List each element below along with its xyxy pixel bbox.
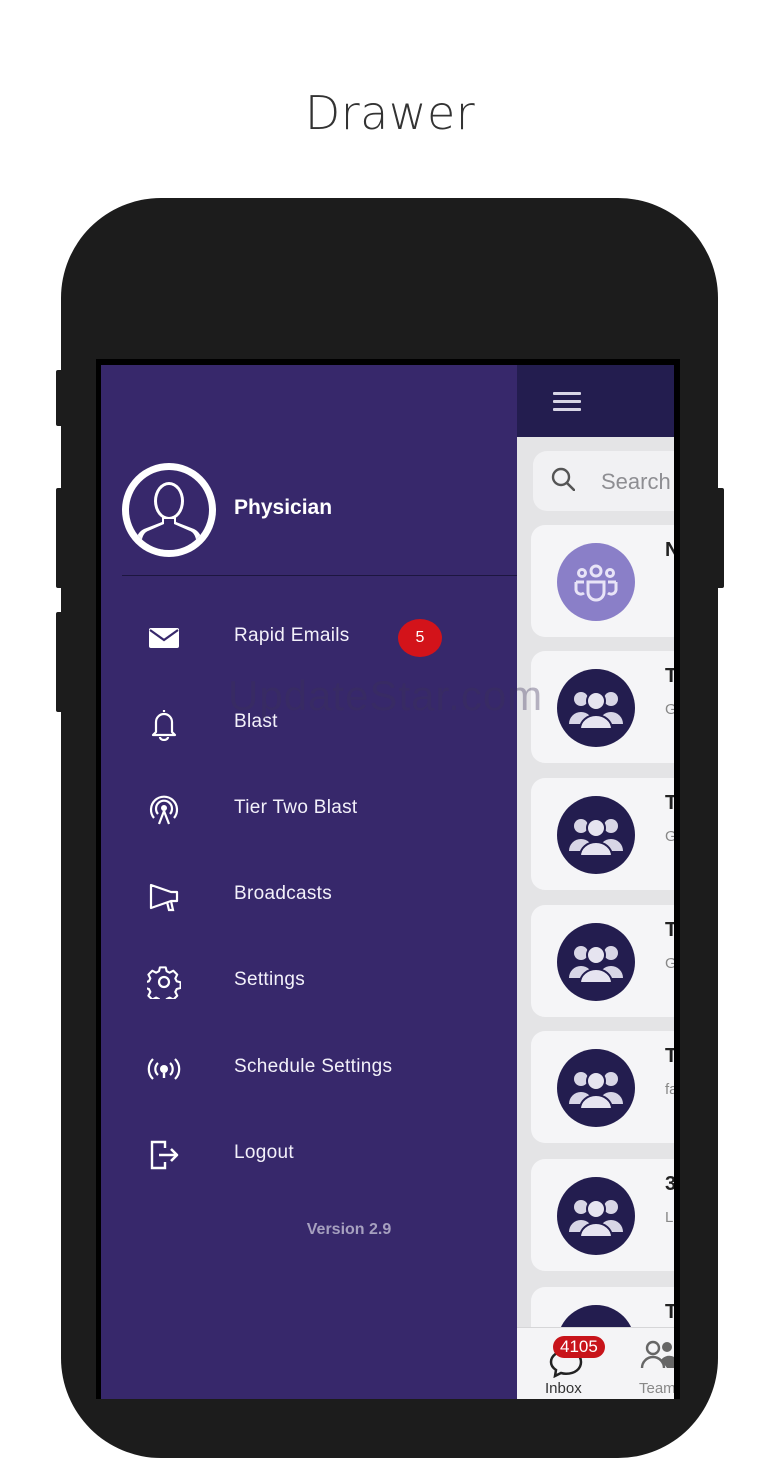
group-icon [569,818,623,857]
search-icon [551,467,575,491]
envelope-icon [149,628,179,648]
inbox-list: Search N T G T G T G T fa 3 L T [517,437,674,1399]
card-title: T [665,665,674,687]
menu-item-label: Settings [234,969,306,990]
tab-label: Team [639,1380,674,1397]
menu-item-broadcasts[interactable]: Broadcasts [101,866,517,926]
profile-divider [122,575,517,576]
card-subtitle: G [665,828,674,845]
group-avatar [557,1177,635,1255]
bottom-tab-bar: 4105 Inbox Team [517,1327,674,1399]
conversation-card[interactable]: T G [531,905,674,1017]
menu-item-label: Broadcasts [234,883,333,904]
megaphone-icon [149,883,179,912]
conversation-card[interactable]: T fa [531,1031,674,1143]
search-field[interactable]: Search [533,451,674,511]
group-icon [569,691,623,730]
unread-badge: 5 [398,619,442,657]
search-placeholder: Search [601,469,671,494]
profile-name: Physician [234,496,333,519]
menu-item-rapid-emails[interactable]: Rapid Emails 5 [101,608,517,668]
team-icon [574,564,618,602]
bell-icon [151,710,177,741]
card-title: T [665,1301,674,1323]
menu-item-blast[interactable]: Blast [101,694,517,754]
group-avatar [557,796,635,874]
menu-item-label: Blast [234,711,278,732]
menu-item-tier-two-blast[interactable]: Tier Two Blast [101,780,517,840]
menu-item-logout[interactable]: Logout [101,1125,517,1185]
avatar[interactable] [122,463,216,557]
menu-item-schedule-settings[interactable]: Schedule Settings [101,1039,517,1099]
card-subtitle: G [665,955,674,972]
conversation-card[interactable]: N [531,525,674,637]
card-subtitle: G [665,701,674,718]
group-avatar [557,1049,635,1127]
menu-item-label: Tier Two Blast [234,797,358,818]
gear-icon [147,966,181,999]
tab-label: Inbox [545,1380,582,1397]
phone-screen: Search N T G T G T G T fa 3 L T 4105 Inb… [96,359,680,1399]
group-avatar [557,923,635,1001]
page-heading: Drawer [304,86,476,140]
card-title: 3 [665,1173,674,1195]
conversation-card[interactable]: 3 L [531,1159,674,1271]
people-icon [640,1340,674,1369]
navigation-drawer: Physician Rapid Emails 5 Blast Tier Two … [101,365,517,1399]
inbox-count-badge: 4105 [553,1336,605,1358]
radio-waves-icon [147,1058,181,1080]
broadcast-tower-icon [149,795,179,825]
app-header [517,365,674,437]
menu-item-settings[interactable]: Settings [101,952,517,1012]
app-version: Version 2.9 [306,1221,392,1238]
card-subtitle: L [665,1209,674,1226]
team-avatar [557,543,635,621]
menu-item-label: Logout [234,1142,294,1163]
hamburger-menu-icon[interactable] [553,392,581,416]
conversation-card[interactable]: T G [531,778,674,890]
card-title: T [665,792,674,814]
card-subtitle: fa [665,1081,674,1098]
group-icon [569,1071,623,1110]
card-title: T [665,919,674,941]
card-title: N [665,539,674,561]
menu-item-label: Schedule Settings [234,1056,393,1077]
group-avatar [557,669,635,747]
card-title: T [665,1045,674,1067]
menu-item-label: Rapid Emails [234,625,350,646]
group-icon [569,945,623,984]
person-silhouette-icon [135,482,203,550]
logout-icon [150,1140,179,1170]
conversation-card[interactable]: T G [531,651,674,763]
